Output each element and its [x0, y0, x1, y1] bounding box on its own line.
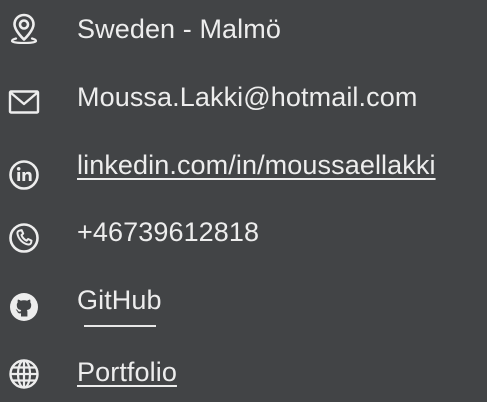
linkedin-icon: [8, 159, 40, 191]
contact-item-github: GitHub: [0, 283, 487, 333]
github-underline: [84, 325, 156, 327]
phone-text: +46739612818: [77, 217, 260, 247]
contact-item-linkedin: linkedin.com/in/moussaellakki: [0, 142, 487, 192]
phone-icon: [8, 222, 40, 254]
location-pin-icon: [8, 12, 40, 44]
linkedin-link[interactable]: linkedin.com/in/moussaellakki: [77, 148, 436, 182]
contact-item-phone: +46739612818: [0, 215, 487, 265]
github-icon: [8, 291, 40, 323]
contact-item-portfolio: Portfolio: [0, 352, 487, 402]
globe-icon: [8, 358, 40, 390]
contact-item-location: Sweden - Malmö: [0, 6, 487, 56]
email-link[interactable]: Moussa.Lakki@hotmail.com: [77, 80, 417, 114]
envelope-icon: [8, 86, 40, 118]
location-text: Sweden - Malmö: [77, 14, 281, 44]
portfolio-link[interactable]: Portfolio: [77, 355, 177, 389]
github-link[interactable]: GitHub: [77, 283, 162, 317]
contact-item-email: Moussa.Lakki@hotmail.com: [0, 74, 487, 124]
